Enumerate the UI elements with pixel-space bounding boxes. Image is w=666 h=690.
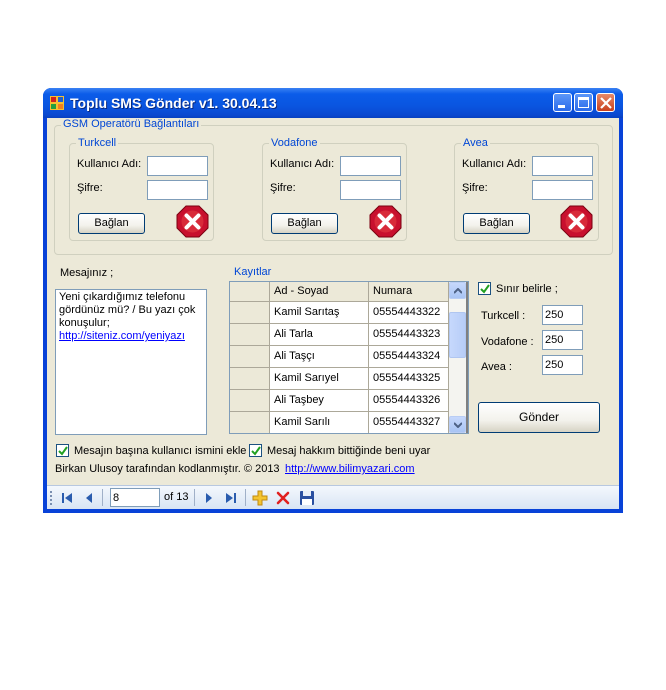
client-area: GSM Operatörü Bağlantıları Turkcell Kull… (47, 118, 619, 509)
delete-icon[interactable] (275, 490, 291, 506)
table-row-number-cell[interactable]: 05554443322 (369, 302, 449, 324)
row-header[interactable] (230, 412, 270, 433)
limit-checkbox[interactable] (478, 282, 491, 295)
limit-vodafone-label: Vodafone : (481, 336, 534, 348)
turkcell-username-label: Kullanıcı Adı: (77, 158, 142, 170)
chevron-down-icon (454, 422, 462, 428)
position-input[interactable] (110, 488, 160, 507)
prepend-name-checkbox[interactable] (56, 444, 69, 457)
credit-text: Birkan Ulusoy tarafından kodlanmıştır. ©… (55, 463, 280, 475)
toolstrip-separator (245, 489, 246, 506)
send-button[interactable]: Gönder (478, 402, 600, 433)
app-window: Toplu SMS Gönder v1. 30.04.13 GSM Operat… (43, 88, 623, 513)
limit-vodafone-input[interactable] (542, 330, 583, 350)
limit-avea-label: Avea : (481, 361, 512, 373)
turkcell-password-label: Şifre: (77, 182, 103, 194)
table-row-name-cell[interactable]: Kamil Sarılı (270, 412, 369, 433)
vodafone-username-input[interactable] (340, 156, 401, 176)
turkcell-username-input[interactable] (147, 156, 208, 176)
message-label: Mesajınız ; (60, 267, 114, 279)
vodafone-connect-button[interactable]: Bağlan (271, 213, 338, 234)
vodafone-error-x-icon (369, 205, 402, 238)
scroll-up-button[interactable] (449, 282, 466, 299)
prepend-name-label: Mesajın başına kullanıcı ismini ekle (74, 445, 247, 457)
limit-turkcell-input[interactable] (542, 305, 583, 325)
move-previous-icon[interactable] (81, 490, 97, 506)
binding-navigator: of 13 (47, 485, 619, 509)
row-header[interactable] (230, 324, 270, 346)
message-link[interactable]: http://siteniz.com/yeniyazı (59, 330, 185, 342)
message-text: Yeni çıkardığımız telefonu gördünüz mü? … (59, 291, 196, 329)
row-header[interactable] (230, 390, 270, 412)
table-row-number-cell[interactable]: 05554443323 (369, 324, 449, 346)
row-header[interactable] (230, 302, 270, 324)
toolstrip-separator (194, 489, 195, 506)
vodafone-group-title: Vodafone (269, 137, 320, 149)
avea-username-label: Kullanıcı Adı: (462, 158, 527, 170)
window-title: Toplu SMS Gönder v1. 30.04.13 (70, 95, 277, 111)
add-new-icon[interactable] (252, 490, 268, 506)
limit-turkcell-label: Turkcell : (481, 310, 526, 322)
vodafone-password-input[interactable] (340, 180, 401, 200)
turkcell-group-title: Turkcell (76, 137, 119, 149)
avea-password-label: Şifre: (462, 182, 488, 194)
title-bar[interactable]: Toplu SMS Gönder v1. 30.04.13 (43, 88, 623, 118)
close-button[interactable] (596, 93, 615, 112)
vodafone-password-label: Şifre: (270, 182, 296, 194)
checkmark-icon (251, 446, 261, 456)
maximize-button[interactable] (574, 93, 593, 112)
row-header[interactable] (230, 368, 270, 390)
minimize-button[interactable] (553, 93, 572, 112)
table-row-number-cell[interactable]: 05554443324 (369, 346, 449, 368)
limit-checkbox-label: Sınır belirle ; (496, 283, 558, 295)
grip-icon (50, 491, 52, 505)
warn-label: Mesaj hakkım bittiğinde beni uyar (267, 445, 431, 457)
avea-connect-button[interactable]: Bağlan (463, 213, 530, 234)
message-textarea[interactable]: Yeni çıkardığımız telefonu gördünüz mü? … (55, 289, 207, 435)
close-icon (600, 97, 612, 109)
chevron-up-icon (454, 288, 462, 294)
table-row-number-cell[interactable]: 05554443326 (369, 390, 449, 412)
turkcell-error-x-icon (176, 205, 209, 238)
table-row-name-cell[interactable]: Ali Taşbey (270, 390, 369, 412)
grid-corner-header (230, 282, 270, 302)
move-first-icon[interactable] (59, 490, 75, 506)
website-link[interactable]: http://www.bilimyazari.com (285, 463, 415, 475)
turkcell-password-input[interactable] (147, 180, 208, 200)
checkmark-icon (58, 446, 68, 456)
table-row-name-cell[interactable]: Ali Taşçı (270, 346, 369, 368)
limit-avea-input[interactable] (542, 355, 583, 375)
record-count-label: of 13 (164, 491, 189, 503)
grid-vertical-scrollbar[interactable] (449, 282, 466, 433)
toolstrip-separator (102, 489, 103, 506)
column-header-name[interactable]: Ad - Soyad (270, 282, 369, 302)
table-row-number-cell[interactable]: 05554443327 (369, 412, 449, 433)
avea-username-input[interactable] (532, 156, 593, 176)
checkmark-icon (480, 284, 490, 294)
table-row-name-cell[interactable]: Kamil Sarıyel (270, 368, 369, 390)
operators-group-title: GSM Operatörü Bağlantıları (61, 118, 202, 130)
vodafone-username-label: Kullanıcı Adı: (270, 158, 335, 170)
records-grid[interactable]: Ad - Soyad Numara Kamil Sarıtaş 05554443… (229, 281, 469, 434)
maximize-icon (578, 97, 589, 108)
warn-checkbox[interactable] (249, 444, 262, 457)
move-last-icon[interactable] (223, 490, 239, 506)
column-header-number[interactable]: Numara (369, 282, 449, 302)
save-icon[interactable] (299, 490, 315, 506)
table-row-number-cell[interactable]: 05554443325 (369, 368, 449, 390)
table-row-name-cell[interactable]: Ali Tarla (270, 324, 369, 346)
scroll-down-button[interactable] (449, 416, 466, 433)
avea-password-input[interactable] (532, 180, 593, 200)
row-header[interactable] (230, 346, 270, 368)
scroll-thumb[interactable] (449, 312, 466, 358)
records-group-title: Kayıtlar (232, 266, 274, 278)
turkcell-connect-button[interactable]: Bağlan (78, 213, 145, 234)
avea-error-x-icon (560, 205, 593, 238)
avea-group-title: Avea (461, 137, 490, 149)
move-next-icon[interactable] (201, 490, 217, 506)
minimize-icon (558, 105, 565, 108)
app-icon (50, 96, 64, 110)
table-row-name-cell[interactable]: Kamil Sarıtaş (270, 302, 369, 324)
